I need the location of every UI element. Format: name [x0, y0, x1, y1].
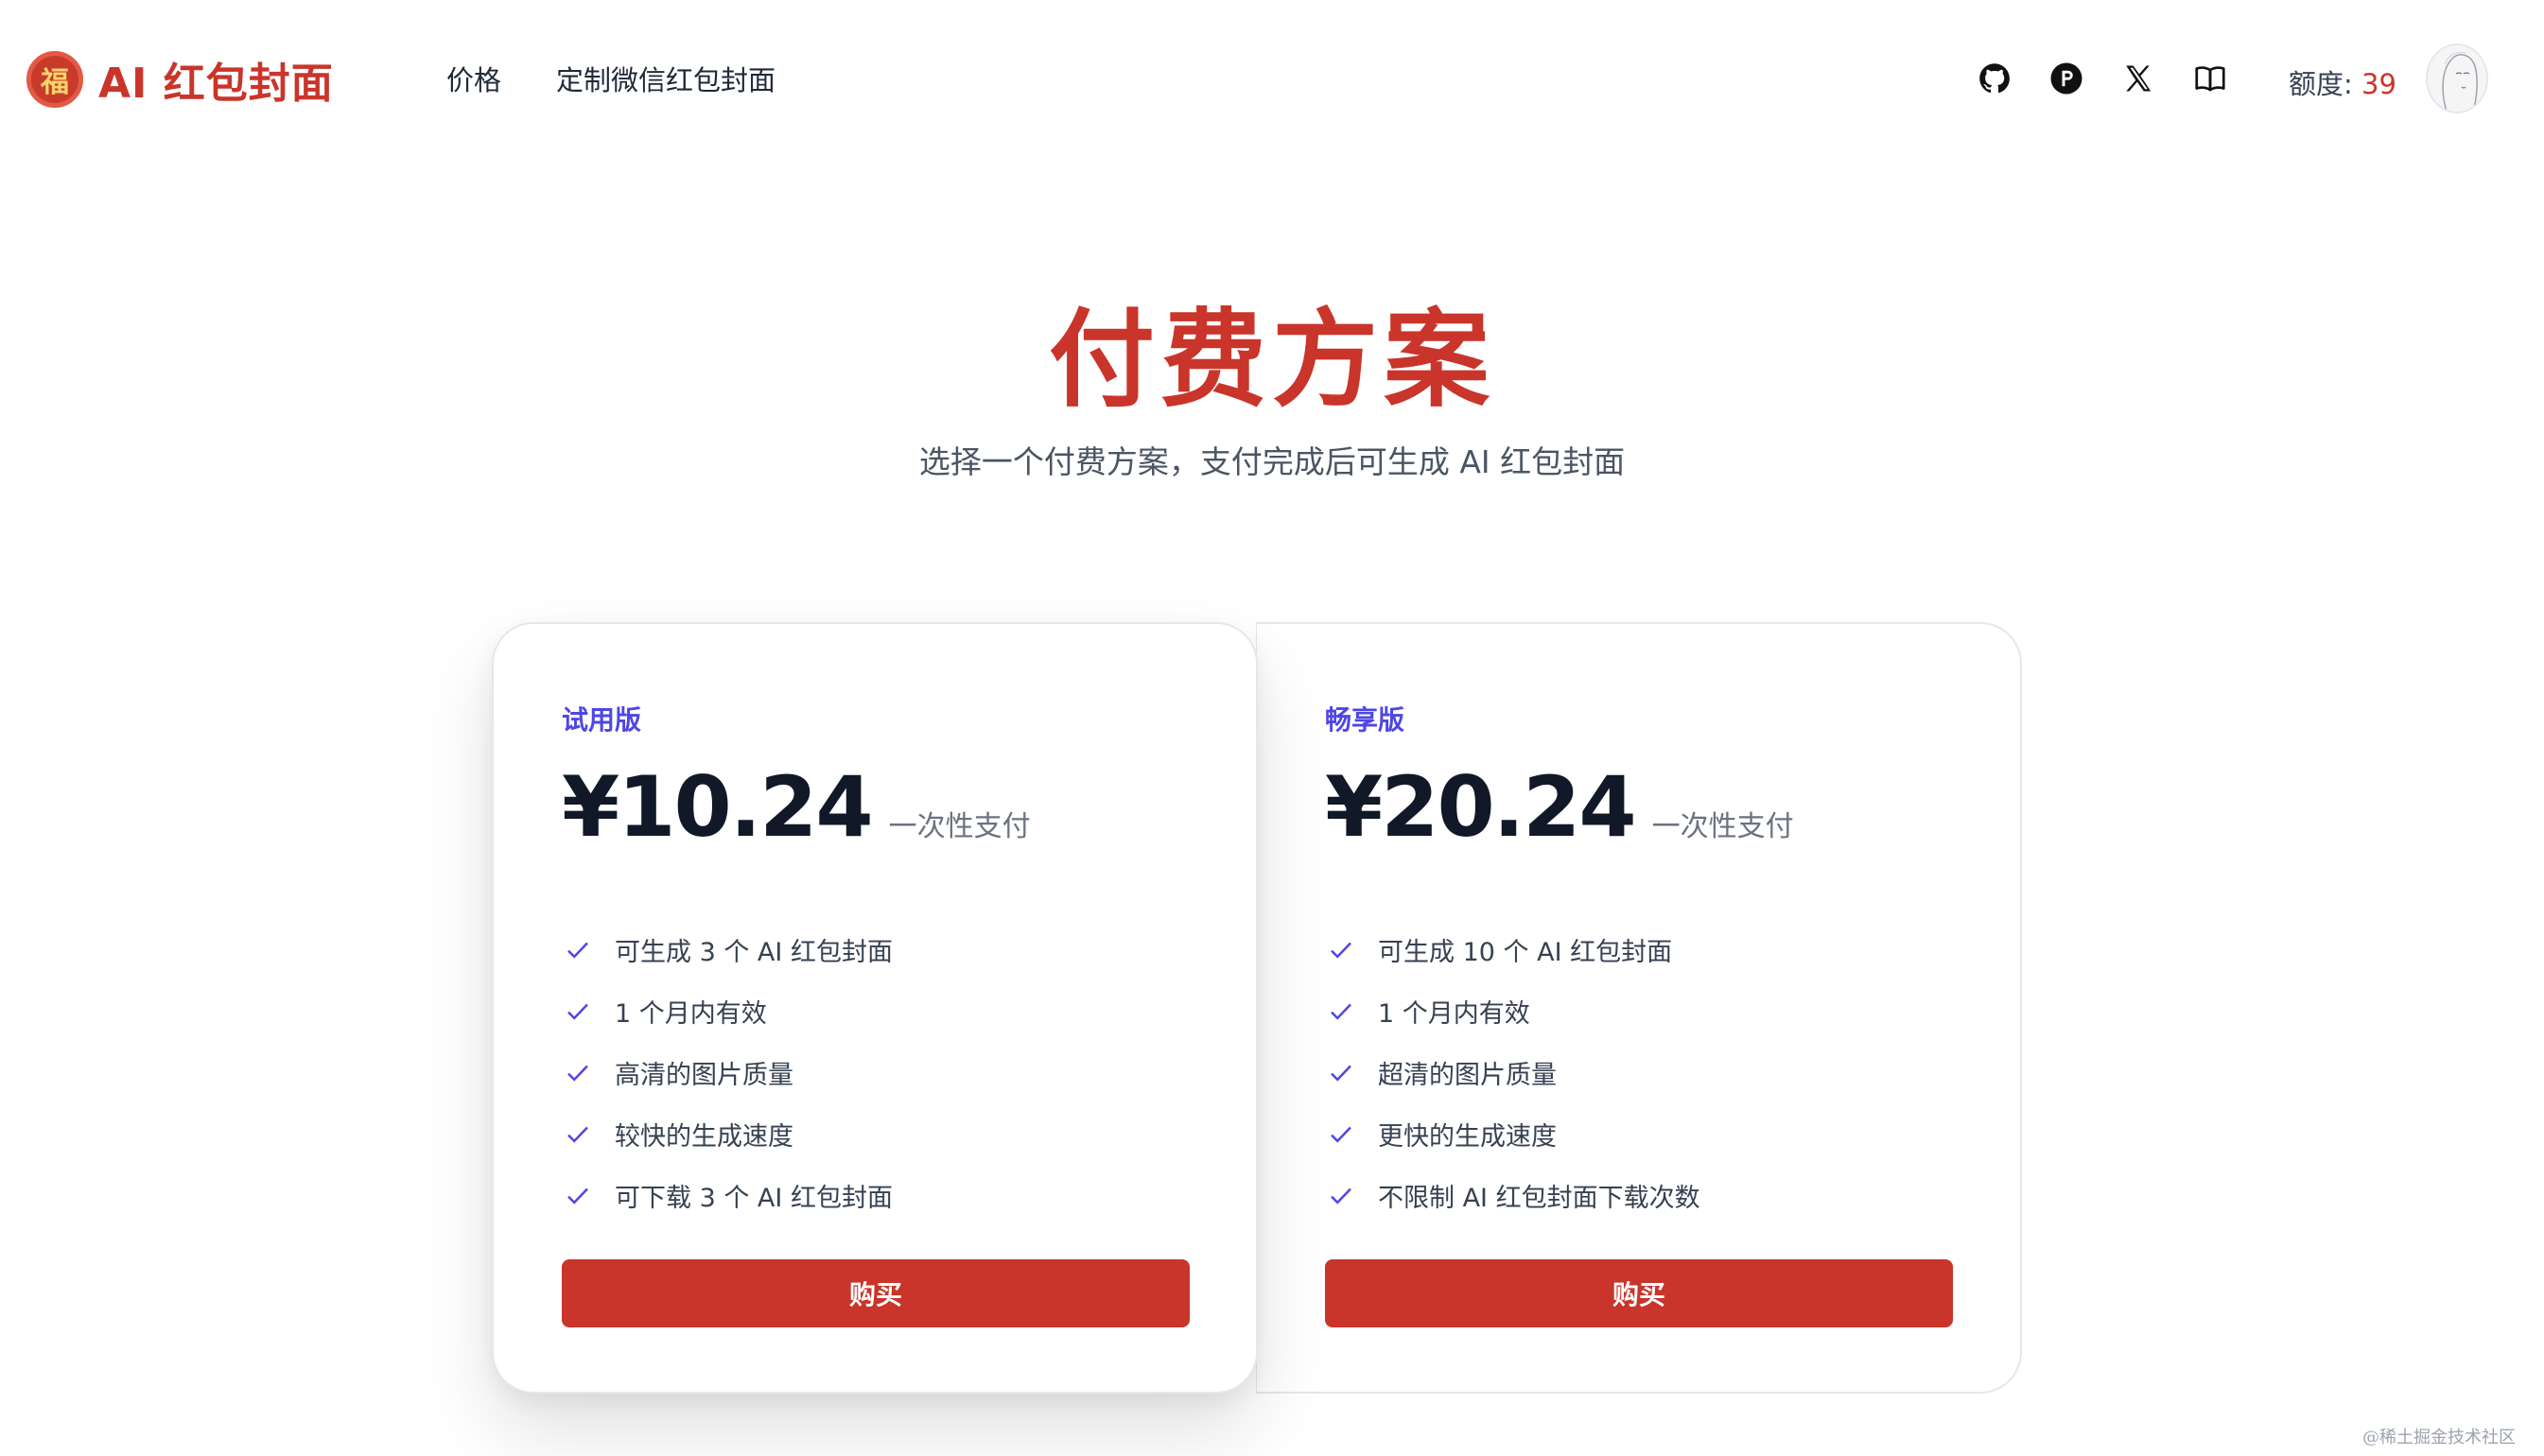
price-note: 一次性支付: [1651, 810, 1794, 843]
feature-item: 高清的图片质量: [562, 1042, 893, 1103]
feature-list: 可生成 10 个 AI 红包封面 1 个月内有效 超清的图片质量 更快的生成速度…: [1325, 919, 1700, 1226]
buy-button-trial[interactable]: 购买: [562, 1259, 1190, 1327]
main-nav: 价格 定制微信红包封面: [446, 59, 775, 98]
feature-text: 可下载 3 个 AI 红包封面: [615, 1184, 893, 1213]
feature-text: 1 个月内有效: [615, 999, 767, 1029]
fu-logo-icon: 福: [26, 51, 83, 108]
github-icon[interactable]: [1977, 61, 2013, 96]
feature-item: 1 个月内有效: [562, 980, 893, 1042]
feature-item: 1 个月内有效: [1325, 980, 1700, 1042]
page-title: 付费方案: [1049, 299, 1495, 422]
feature-text: 高清的图片质量: [615, 1061, 793, 1090]
app-name: AI 红包封面: [98, 60, 334, 108]
check-icon: [562, 1118, 594, 1151]
feature-text: 不限制 AI 红包封面下载次数: [1378, 1184, 1700, 1213]
check-icon: [1325, 1180, 1357, 1212]
feature-item: 不限制 AI 红包封面下载次数: [1325, 1165, 1700, 1226]
check-icon: [1325, 934, 1357, 966]
feature-item: 较快的生成速度: [562, 1103, 893, 1165]
feature-text: 1 个月内有效: [1378, 999, 1530, 1029]
feature-item: 超清的图片质量: [1325, 1042, 1700, 1103]
quota-label: 额度:: [2289, 68, 2361, 100]
quota-display: 额度: 39: [2289, 62, 2396, 102]
nav-item-custom-cover[interactable]: 定制微信红包封面: [556, 59, 775, 98]
feature-item: 可生成 10 个 AI 红包封面: [1325, 919, 1700, 980]
feature-item: 可生成 3 个 AI 红包封面: [562, 919, 893, 980]
plan-name: 试用版: [562, 704, 642, 736]
buy-button-premium[interactable]: 购买: [1325, 1259, 1953, 1327]
plan-card-premium: 畅享版 ¥20.24 一次性支付 可生成 10 个 AI 红包封面 1 个月内有…: [1256, 622, 2022, 1394]
feature-text: 可生成 3 个 AI 红包封面: [615, 938, 893, 967]
check-icon: [1325, 996, 1357, 1028]
top-header: 福 AI 红包封面 价格 定制微信红包封面 额度: 39: [0, 0, 2544, 157]
check-icon: [1325, 1118, 1357, 1151]
check-icon: [562, 934, 594, 966]
nav-item-pricing[interactable]: 价格: [446, 59, 501, 98]
price-note: 一次性支付: [888, 810, 1031, 843]
price-row: ¥20.24 一次性支付: [1325, 758, 1794, 856]
feature-text: 超清的图片质量: [1378, 1061, 1557, 1090]
feature-text: 更快的生成速度: [1378, 1122, 1557, 1152]
feature-item: 更快的生成速度: [1325, 1103, 1700, 1165]
plan-card-trial: 试用版 ¥10.24 一次性支付 可生成 3 个 AI 红包封面 1 个月内有效…: [492, 622, 1258, 1394]
check-icon: [562, 1057, 594, 1089]
user-avatar[interactable]: [2426, 43, 2488, 113]
feature-text: 可生成 10 个 AI 红包封面: [1378, 938, 1673, 967]
header-actions: 额度: 39: [1977, 43, 2544, 113]
quota-value: 39: [2361, 68, 2396, 100]
plan-name: 畅享版: [1325, 704, 1405, 736]
feature-text: 较快的生成速度: [615, 1122, 793, 1152]
check-icon: [1325, 1057, 1357, 1089]
watermark: @稀土掘金技术社区: [2362, 1428, 2516, 1447]
feature-item: 可下载 3 个 AI 红包封面: [562, 1165, 893, 1226]
check-icon: [562, 1180, 594, 1212]
book-icon[interactable]: [2192, 61, 2228, 96]
page-subtitle: 选择一个付费方案，支付完成后可生成 AI 红包封面: [918, 443, 1626, 480]
producthunt-icon[interactable]: [2048, 61, 2084, 96]
home-logo-link[interactable]: 福 AI 红包封面: [26, 49, 334, 110]
check-icon: [562, 996, 594, 1028]
page: 福 AI 红包封面 价格 定制微信红包封面 额度: 39 付费方案 选择一个付费…: [0, 0, 2544, 1456]
plan-price: ¥20.24: [1325, 758, 1637, 856]
feature-list: 可生成 3 个 AI 红包封面 1 个月内有效 高清的图片质量 较快的生成速度 …: [562, 919, 893, 1226]
plan-price: ¥10.24: [562, 758, 874, 856]
x-icon[interactable]: [2120, 61, 2156, 96]
price-row: ¥10.24 一次性支付: [562, 758, 1031, 856]
